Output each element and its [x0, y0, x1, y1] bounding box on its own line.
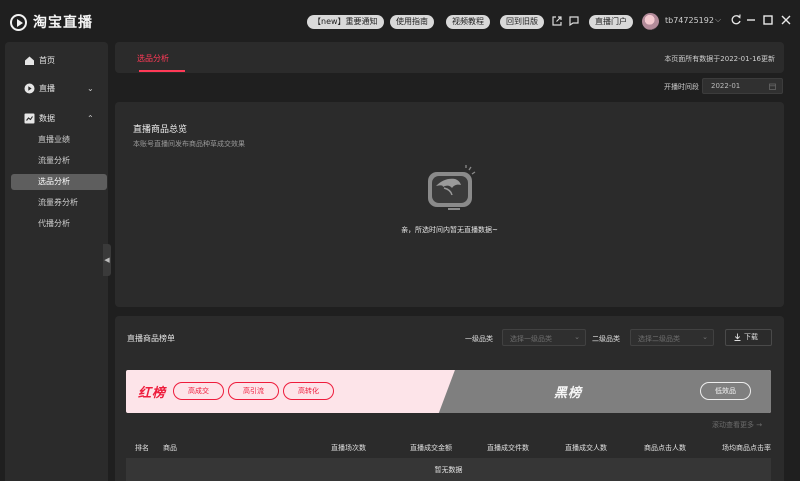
panel-subtitle: 本账号直播间发布商品种草成交效果 [133, 140, 245, 148]
sidebar: 首页 直播 ⌄ 数据 ⌃ 直播业绩 流量分析 选品分析 流量券分析 代播分析 [5, 42, 108, 481]
minimize-icon[interactable] [744, 13, 758, 27]
column-header-rank: 排名 [135, 444, 149, 452]
empty-state-text: 亲，所选时间内暂无直播数据~ [401, 226, 498, 234]
user-name[interactable]: tb74725192 [665, 16, 714, 25]
date-filter-label: 开播时间段 [664, 83, 699, 91]
download-button[interactable]: 下载 [725, 329, 772, 346]
chevron-down-icon: ⌄ [574, 333, 580, 341]
close-icon[interactable] [779, 13, 793, 27]
product-overview-panel: 直播商品总览 本账号直播间发布商品种草成交效果 亲，所选时间内暂无直播数据~ [115, 102, 784, 307]
live-portal-button[interactable]: 直播门户 [589, 15, 633, 29]
level2-category-select[interactable]: 选择二级品类 ⌄ [630, 329, 714, 346]
sidebar-item-live[interactable]: 直播 ⌄ [5, 80, 108, 96]
arrow-right-icon: → [756, 421, 763, 429]
sidebar-item-label: 首页 [39, 55, 55, 65]
user-guide-button[interactable]: 使用指南 [390, 15, 434, 29]
column-header-buyers: 直播成交人数 [565, 444, 607, 452]
scroll-hint: 滚动查看更多 → [712, 420, 762, 430]
external-link-icon[interactable] [551, 15, 563, 27]
download-icon [734, 333, 741, 341]
chevron-up-icon: ⌃ [87, 113, 94, 123]
data-chart-icon [24, 113, 35, 123]
table-row: 暂无数据 [126, 458, 771, 481]
sidebar-item-traffic-coupon-analysis[interactable]: 流量券分析 [11, 195, 107, 211]
play-circle-icon [24, 83, 35, 93]
home-icon [25, 56, 34, 65]
chevron-down-icon: ⌄ [702, 333, 708, 341]
sidebar-collapse-handle[interactable]: ◀ [103, 244, 111, 276]
sidebar-item-label: 数据 [39, 113, 55, 123]
scroll-hint-text: 滚动查看更多 [712, 421, 754, 429]
maximize-icon[interactable] [761, 13, 775, 27]
red-black-board-banner: 红榜 高成交 高引流 高转化 黑榜 低效品 [126, 370, 771, 413]
sidebar-item-label: 直播 [39, 83, 55, 93]
product-ranking-panel: 直播商品榜单 一级品类 选择一级品类 ⌄ 二级品类 选择二级品类 ⌄ 下载 红榜… [115, 316, 784, 481]
video-tutorial-button[interactable]: 视频教程 [446, 15, 490, 29]
no-data-text: 暂无数据 [434, 466, 463, 474]
chevron-down-icon[interactable]: ⌵ [715, 15, 721, 25]
chevron-down-icon: ⌄ [87, 83, 94, 93]
black-board-title: 黑榜 [554, 386, 583, 401]
level2-category-label: 二级品类 [592, 335, 620, 343]
panel-title: 直播商品总览 [133, 125, 188, 135]
avatar[interactable] [642, 13, 659, 30]
month-picker[interactable]: 2022-01 [702, 78, 783, 94]
column-header-avg-ctr: 场均商品点击率 [722, 444, 771, 452]
sidebar-item-proxy-live-analysis[interactable]: 代播分析 [11, 216, 107, 232]
back-to-old-version-button[interactable]: 回到旧版 [500, 15, 544, 29]
calendar-icon [769, 83, 776, 90]
refresh-icon[interactable] [729, 13, 743, 27]
sidebar-item-traffic-analysis[interactable]: 流量分析 [11, 153, 107, 169]
app-logo[interactable]: 淘宝直播 [10, 12, 93, 32]
play-logo-icon [10, 13, 27, 31]
active-tab-indicator [139, 70, 185, 72]
important-notice-button[interactable]: 【new】重要通知 [307, 15, 384, 29]
select-placeholder: 选择一级品类 [510, 335, 552, 343]
column-header-clickers: 商品点击人数 [644, 444, 686, 452]
column-header-items-sold: 直播成交件数 [487, 444, 529, 452]
high-traffic-button[interactable]: 高引流 [228, 382, 279, 400]
sidebar-item-data[interactable]: 数据 ⌃ [5, 110, 108, 126]
column-header-product: 商品 [163, 444, 177, 452]
sidebar-item-home[interactable]: 首页 [5, 52, 108, 68]
tab-bar: 选品分析 本页面所有数据于2022-01-16更新 [115, 42, 784, 73]
tab-product-selection-analysis[interactable]: 选品分析 [137, 53, 169, 64]
top-bar: 淘宝直播 【new】重要通知 使用指南 视频教程 回到旧版 直播门户 tb747… [0, 0, 800, 42]
column-header-live-sessions: 直播场次数 [331, 444, 366, 452]
app-title: 淘宝直播 [33, 15, 93, 31]
column-header-gmv: 直播成交金额 [410, 444, 452, 452]
red-board-title: 红榜 [138, 386, 167, 401]
low-efficiency-button[interactable]: 低效品 [700, 382, 751, 400]
message-icon[interactable] [568, 15, 580, 27]
app-window: 淘宝直播 【new】重要通知 使用指南 视频教程 回到旧版 直播门户 tb747… [0, 0, 800, 481]
empty-state-tv-icon [428, 165, 476, 210]
download-label: 下载 [744, 333, 758, 341]
panel-title: 直播商品榜单 [127, 334, 175, 343]
level1-category-select[interactable]: 选择一级品类 ⌄ [502, 329, 586, 346]
sidebar-item-live-performance[interactable]: 直播业绩 [11, 132, 107, 148]
month-picker-value: 2022-01 [711, 82, 741, 90]
select-placeholder: 选择二级品类 [638, 335, 680, 343]
high-transaction-button[interactable]: 高成交 [173, 382, 224, 400]
sidebar-item-product-selection-analysis[interactable]: 选品分析 [11, 174, 107, 190]
data-update-note: 本页面所有数据于2022-01-16更新 [664, 55, 775, 63]
level1-category-label: 一级品类 [465, 335, 493, 343]
high-conversion-button[interactable]: 高转化 [283, 382, 334, 400]
